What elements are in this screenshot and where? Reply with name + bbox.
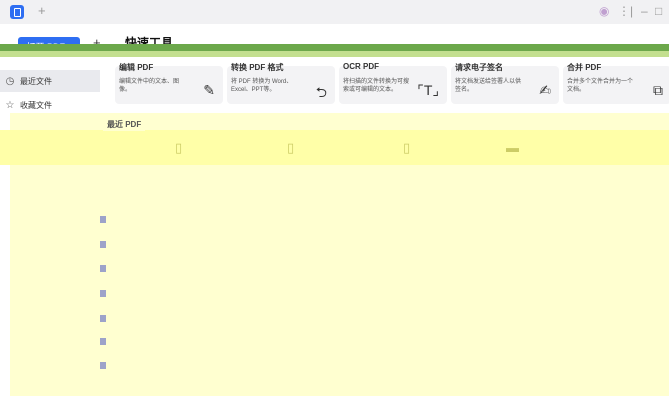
clock-icon: ◷	[5, 75, 15, 87]
document-icon: ▯	[175, 140, 183, 155]
sidebar-item-recent[interactable]: ◷ 最近文件	[0, 70, 100, 92]
tool-card-merge[interactable]: 合并 PDF 合并多个文件合并为一个文档。 ⧉	[563, 63, 669, 104]
merge-icon: ⧉	[653, 82, 663, 98]
card-title: 合并 PDF	[567, 63, 602, 72]
list-item[interactable]	[100, 260, 660, 276]
file-icon	[100, 361, 106, 369]
card-title: OCR PDF	[343, 62, 379, 71]
new-tab-button[interactable]: +	[38, 3, 46, 18]
settings-icon[interactable]: ◉	[599, 4, 609, 18]
tool-card-sign[interactable]: 请求电子签名 将文档发送给签署人以供签名。 ✍	[451, 63, 559, 104]
list-item[interactable]	[100, 236, 660, 252]
decor-band	[0, 44, 669, 51]
file-icon	[100, 240, 106, 248]
file-icon	[100, 314, 106, 322]
file-icon	[100, 337, 106, 345]
card-desc: 将 PDF 转换为 Word、Excel、PPT等。	[231, 79, 293, 93]
file-icon	[100, 215, 106, 223]
tool-card-edit[interactable]: 编辑 PDF 编辑文件中的文本、图像。 ✎	[115, 63, 223, 104]
dash-icon: ▬	[506, 140, 519, 155]
file-icon	[100, 289, 106, 297]
card-desc: 将扫描的文件转换为可搜索或可编辑的文本。	[343, 79, 410, 93]
sidebar-item-label: 最近文件	[20, 76, 52, 86]
card-desc: 将文档发送给签署人以供签名。	[455, 79, 522, 93]
title-bar: + ◉ ⋮ | – □	[0, 0, 669, 24]
list-item[interactable]	[100, 211, 660, 227]
recent-pdf-tab[interactable]: 最近 PDF	[103, 118, 146, 131]
minimize-icon[interactable]: –	[641, 4, 648, 18]
convert-icon: ⮌	[315, 84, 327, 100]
card-desc: 编辑文件中的文本、图像。	[119, 79, 180, 93]
card-title: 请求电子签名	[455, 63, 503, 72]
list-item[interactable]	[100, 357, 660, 373]
card-title: 编辑 PDF	[119, 63, 154, 72]
maximize-icon[interactable]: □	[655, 4, 662, 18]
list-item[interactable]	[100, 285, 660, 301]
tool-card-convert[interactable]: 转换 PDF 格式 将 PDF 转换为 Word、Excel、PPT等。 ⮌	[227, 63, 335, 104]
divider-icon: |	[630, 4, 634, 18]
app-logo-icon	[10, 5, 24, 19]
list-item[interactable]	[100, 310, 660, 326]
more-icon[interactable]: ⋮	[618, 4, 630, 18]
document-icon: ▯	[403, 140, 411, 155]
document-icon: ▯	[287, 140, 295, 155]
ocr-icon: ⌜T⌟	[417, 82, 439, 98]
decor-band	[0, 51, 669, 57]
tool-card-ocr[interactable]: OCR PDF 将扫描的文件转换为可搜索或可编辑的文本。 ⌜T⌟	[339, 62, 447, 104]
card-desc: 合并多个文件合并为一个文档。	[567, 79, 634, 93]
sign-icon: ✍	[539, 82, 551, 98]
star-icon: ☆	[5, 99, 15, 111]
file-icon	[100, 264, 106, 272]
sidebar-item-label: 收藏文件	[20, 100, 52, 110]
app-window: + ◉ ⋮ | – □ 打开 PDF... + ◷ 最近文件 ☆ 收藏文件 快速…	[0, 0, 669, 396]
edit-icon: ✎	[203, 82, 215, 98]
list-item[interactable]	[100, 333, 660, 349]
card-title: 转换 PDF 格式	[231, 63, 284, 72]
decor-strip	[0, 130, 669, 165]
